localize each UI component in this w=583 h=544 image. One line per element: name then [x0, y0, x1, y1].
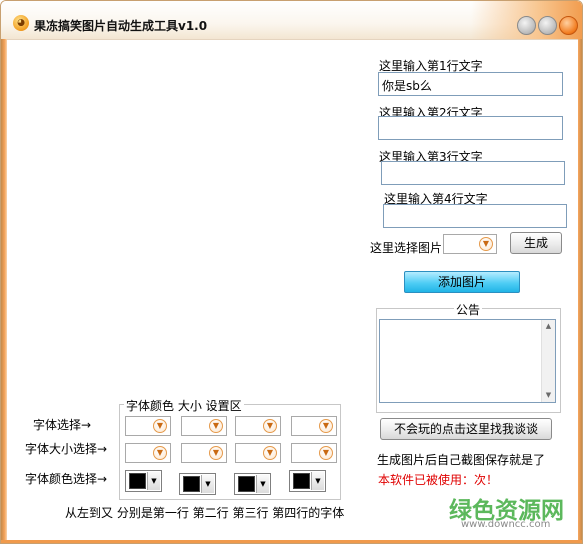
generate-button[interactable]: 生成	[510, 232, 562, 254]
chevron-down-icon: ▼	[209, 419, 223, 433]
color-select-line4[interactable]: ▼	[289, 470, 326, 492]
watermark-url: www.downcc.com	[461, 519, 551, 530]
font-select-line4[interactable]: ▼	[291, 416, 337, 436]
line1-input[interactable]: 你是sb么	[378, 72, 563, 96]
scroll-up-icon[interactable]: ▲	[542, 320, 555, 333]
info-text: 生成图片后自己截图保存就是了	[377, 453, 546, 467]
title-bar: ◕ 果冻搞笑图片自动生成工具v1.0	[1, 1, 582, 39]
chevron-down-icon: ▼	[153, 419, 167, 433]
color-select-line2[interactable]: ▼	[179, 473, 216, 495]
add-image-button[interactable]: 添加图片	[404, 271, 520, 293]
chevron-down-icon: ▼	[201, 475, 214, 493]
font-select-line3[interactable]: ▼	[235, 416, 281, 436]
color-swatch	[129, 473, 146, 489]
font-order-note: 从左到又 分别是第一行 第二行 第三行 第四行的字体	[65, 506, 345, 520]
chevron-down-icon: ▼	[479, 237, 493, 251]
line2-input[interactable]	[378, 116, 563, 140]
size-select-line2[interactable]: ▼	[181, 443, 227, 463]
chevron-down-icon: ▼	[256, 475, 269, 493]
chevron-down-icon: ▼	[319, 446, 333, 460]
help-button[interactable]: 不会玩的点击这里找我谈谈	[380, 418, 552, 440]
line4-input[interactable]	[383, 204, 567, 228]
notice-scrollbar[interactable]: ▲ ▼	[541, 320, 555, 402]
window-frame-bottom	[1, 540, 582, 543]
line3-input[interactable]	[381, 161, 565, 185]
usage-count-text: 本软件已被使用：次！	[378, 473, 499, 487]
chevron-down-icon: ▼	[263, 419, 277, 433]
font-select-line1[interactable]: ▼	[125, 416, 171, 436]
scroll-down-icon[interactable]: ▼	[542, 389, 555, 402]
size-select-line4[interactable]: ▼	[291, 443, 337, 463]
notice-title: 公告	[454, 301, 483, 318]
chevron-down-icon: ▼	[311, 472, 324, 490]
chevron-down-icon: ▼	[153, 446, 167, 460]
window-title: 果冻搞笑图片自动生成工具v1.0	[34, 19, 208, 33]
chevron-down-icon: ▼	[209, 446, 223, 460]
color-row-label: 字体颜色选择→	[25, 472, 108, 486]
font-settings-legend: 字体颜色 大小 设置区	[124, 397, 244, 414]
chevron-down-icon: ▼	[147, 472, 160, 490]
color-select-line1[interactable]: ▼	[125, 470, 162, 492]
color-swatch	[238, 476, 255, 492]
font-select-line2[interactable]: ▼	[181, 416, 227, 436]
color-swatch	[183, 476, 200, 492]
size-select-line3[interactable]: ▼	[235, 443, 281, 463]
size-select-line1[interactable]: ▼	[125, 443, 171, 463]
notice-textarea[interactable]: ▲ ▼	[379, 319, 556, 403]
font-row-label: 字体选择→	[33, 418, 92, 432]
chevron-down-icon: ▼	[319, 419, 333, 433]
color-swatch	[293, 473, 310, 489]
app-logo-icon: ◕	[13, 15, 29, 31]
close-button[interactable]	[559, 16, 578, 35]
image-select-dropdown[interactable]: ▼	[443, 234, 497, 254]
app-window: ◕ 果冻搞笑图片自动生成工具v1.0 这里输入第1行文字 你是sb么 这里输入第…	[0, 0, 583, 544]
color-select-line3[interactable]: ▼	[234, 473, 271, 495]
image-select-label: 这里选择图片	[370, 241, 443, 255]
chevron-down-icon: ▼	[263, 446, 277, 460]
minimize-button[interactable]	[517, 16, 536, 35]
size-row-label: 字体大小选择→	[25, 442, 108, 456]
maximize-button[interactable]	[538, 16, 557, 35]
